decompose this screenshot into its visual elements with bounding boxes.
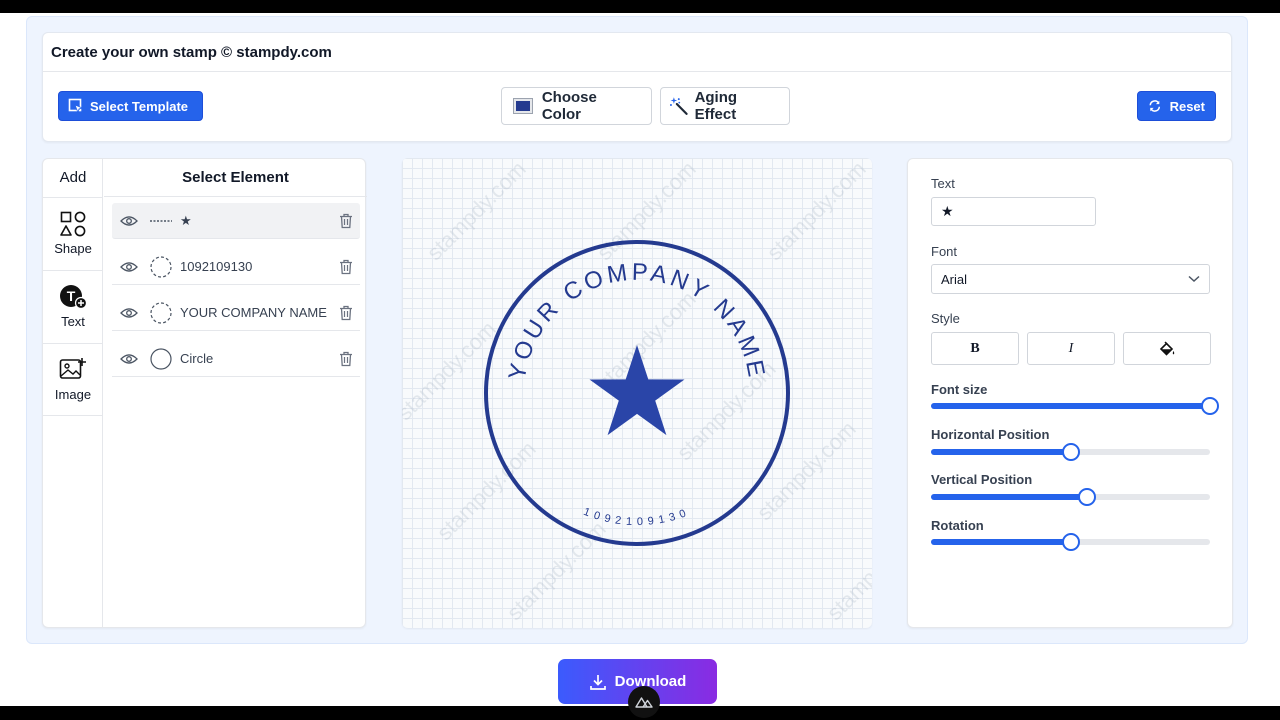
reset-button[interactable]: Reset (1137, 91, 1216, 121)
slider-fill (931, 403, 1210, 409)
element-label: ★ (180, 212, 192, 228)
add-image-label: Image (54, 387, 92, 402)
element-label: Circle (180, 351, 214, 366)
stamp-canvas[interactable]: stampdy.com stampdy.com stampdy.com stam… (402, 158, 872, 628)
paint-bucket-icon (1159, 340, 1175, 356)
add-column: Add Shape T Text Image (43, 159, 103, 627)
rotation-slider[interactable] (931, 532, 1210, 552)
select-element-column: Select Element ★ 1092109130 YOUR COMPANY… (104, 159, 367, 627)
magic-wand-icon (669, 97, 688, 115)
text-input[interactable]: ★ (931, 197, 1096, 226)
stamp-bottom-text[interactable]: 1092109130 (582, 506, 693, 528)
reset-label: Reset (1169, 98, 1205, 114)
font-select-value: Arial (941, 271, 968, 287)
properties-panel: Text ★ Font Arial Style B I Font size Ho… (907, 158, 1233, 628)
element-row-star[interactable]: ★ (112, 203, 360, 239)
font-size-slider[interactable] (931, 396, 1219, 416)
add-shape-label: Shape (54, 241, 92, 256)
style-field-label: Style (931, 311, 960, 326)
add-image-icon (59, 358, 86, 379)
italic-button[interactable]: I (1027, 332, 1115, 365)
elements-panel: Add Shape T Text Image Select Element ★ … (42, 158, 367, 628)
bold-button[interactable]: B (931, 332, 1019, 365)
nuxt-devtools-badge[interactable] (628, 686, 660, 718)
trash-icon[interactable] (338, 259, 354, 275)
stamp-star-icon[interactable] (589, 345, 685, 436)
slider-handle[interactable] (1061, 443, 1080, 461)
nuxt-logo-icon (635, 697, 653, 708)
eye-icon[interactable] (120, 353, 138, 365)
svg-text:T: T (67, 288, 76, 304)
text-field-label: Text (931, 176, 955, 191)
choose-color-label: Choose Color (541, 89, 597, 123)
dashed-circle-thumb-icon (150, 255, 172, 278)
header-divider (43, 71, 1231, 72)
fill-button[interactable] (1123, 332, 1211, 365)
element-row-company-name[interactable]: YOUR COMPANY NAME (112, 295, 360, 331)
horizontal-position-slider[interactable] (931, 442, 1210, 462)
choose-color-button[interactable]: Choose Color (501, 87, 652, 125)
select-template-label: Select Template (90, 98, 189, 114)
slider-fill (931, 539, 1071, 545)
slider-fill (931, 449, 1071, 455)
cursor-select-icon (68, 98, 84, 114)
trash-icon[interactable] (338, 351, 354, 367)
eye-icon[interactable] (120, 261, 138, 273)
dashed-circle-thumb-icon (150, 301, 172, 324)
color-swatch (513, 98, 533, 114)
aging-effect-label: Aging Effect (694, 89, 738, 123)
add-text-label: Text (61, 314, 85, 329)
circle-thumb-icon (150, 347, 172, 370)
rotation-label: Rotation (931, 518, 984, 533)
select-element-heading: Select Element (182, 169, 289, 186)
trash-icon[interactable] (338, 213, 354, 229)
horizontal-position-label: Horizontal Position (931, 427, 1050, 442)
add-heading: Add (59, 169, 87, 186)
font-select[interactable]: Arial (931, 264, 1210, 294)
select-template-button[interactable]: Select Template (58, 91, 203, 121)
vertical-position-label: Vertical Position (931, 472, 1033, 487)
element-label: YOUR COMPANY NAME (180, 305, 327, 320)
aging-effect-button[interactable]: Aging Effect (660, 87, 790, 125)
slider-handle[interactable] (1061, 533, 1080, 551)
eye-icon[interactable] (120, 307, 138, 319)
add-text-icon: T (60, 285, 87, 310)
refresh-icon (1149, 100, 1161, 112)
element-row-circle[interactable]: Circle (112, 341, 360, 377)
add-divider (43, 415, 103, 416)
element-label: 1092109130 (180, 259, 253, 274)
select-element-divider (104, 196, 367, 197)
slider-handle[interactable] (1078, 488, 1097, 506)
slider-fill (931, 494, 1088, 500)
chevron-down-icon (1188, 275, 1200, 283)
download-icon (589, 674, 606, 690)
font-size-label: Font size (931, 382, 988, 397)
font-field-label: Font (931, 244, 958, 259)
line-thumb-icon (150, 210, 172, 232)
add-image-button[interactable]: Image (43, 343, 103, 415)
stamp-preview[interactable]: YOUR COMPANY NAME 1092109130 (402, 158, 872, 628)
shapes-icon (60, 211, 86, 237)
eye-icon[interactable] (120, 215, 138, 227)
page-title: Create your own stamp © stampdy.com (51, 44, 332, 61)
add-text-button[interactable]: T Text (43, 270, 103, 342)
slider-handle[interactable] (1201, 397, 1219, 415)
add-shape-button[interactable]: Shape (43, 197, 103, 269)
window-top-bar (0, 0, 1280, 13)
trash-icon[interactable] (338, 305, 354, 321)
vertical-position-slider[interactable] (931, 487, 1210, 507)
element-row-number[interactable]: 1092109130 (112, 249, 360, 285)
